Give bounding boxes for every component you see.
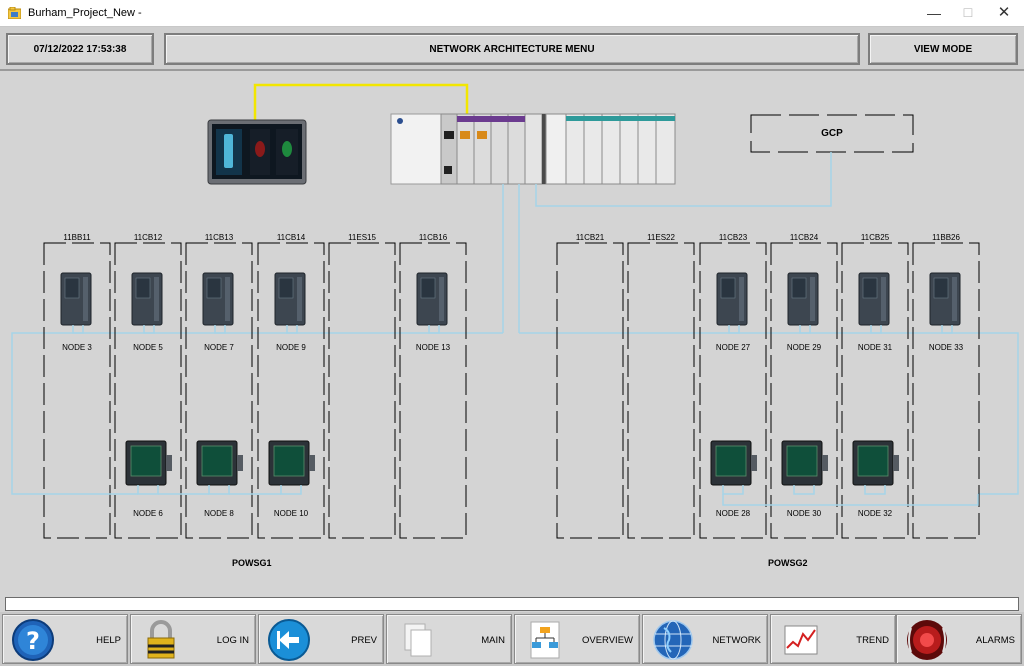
relay-node-label: NODE 5 (133, 343, 163, 352)
footer-nav: ? HELP LOG IN PREV MAIN OVERVIEW NETWORK… (0, 612, 1024, 666)
trend-icon (784, 625, 818, 655)
datetime-display: 07/12/2022 17:53:38 (6, 33, 154, 65)
padlock-icon (147, 620, 175, 659)
panel-label: 11CB16 (418, 233, 448, 242)
power-meter-device (196, 440, 243, 495)
prev-arrow-icon (268, 619, 310, 661)
meter-node-label: NODE 32 (857, 509, 893, 518)
documents-icon (404, 623, 432, 657)
switchgear-panel (328, 242, 396, 539)
power-meter-device (125, 440, 172, 495)
panel-label: 11ES15 (348, 233, 376, 242)
meter-node-label: NODE 28 (715, 509, 751, 518)
relay-node-label: NODE 31 (857, 343, 893, 352)
group-label-powsg1: POWSG1 (232, 558, 272, 568)
panel-label: 11BB11 (63, 233, 91, 242)
window-titlebar: Burham_Project_New - — ☐ ✕ (0, 0, 1024, 27)
right-ring-top (519, 332, 1019, 495)
right-ring-bottom (722, 494, 979, 506)
protection-relay-device (60, 272, 92, 334)
panel-label: 11ES22 (647, 233, 675, 242)
relay-node-label: NODE 33 (928, 343, 964, 352)
protection-relay-device (787, 272, 819, 334)
help-button[interactable]: ? HELP (2, 614, 128, 664)
protection-relay-device (131, 272, 163, 334)
globe-icon (653, 620, 693, 660)
prev-button[interactable]: PREV (258, 614, 384, 664)
panel-label: 11CB21 (575, 233, 605, 242)
status-strip (5, 597, 1019, 611)
panel-label: 11CB14 (276, 233, 306, 242)
overview-icon (530, 621, 560, 659)
close-button[interactable]: ✕ (982, 0, 1024, 27)
panel-label: 11BB26 (932, 233, 960, 242)
svg-text:?: ? (26, 627, 40, 655)
power-meter-device (852, 440, 899, 495)
network-button[interactable]: NETWORK (642, 614, 768, 664)
power-meter-device (268, 440, 315, 495)
panel-label: 11CB12 (133, 233, 163, 242)
protection-relay-device (274, 272, 306, 334)
app-icon (8, 7, 21, 19)
meter-node-label: NODE 8 (204, 509, 234, 518)
trend-button[interactable]: TREND (770, 614, 896, 664)
relay-node-label: NODE 7 (204, 343, 234, 352)
login-button[interactable]: LOG IN (130, 614, 256, 664)
relay-node-label: NODE 29 (786, 343, 822, 352)
relay-node-label: NODE 13 (415, 343, 451, 352)
panel-label: 11CB24 (789, 233, 819, 242)
panel-label: 11CB23 (718, 233, 748, 242)
protection-relay-device (202, 272, 234, 334)
panel-label: 11CB25 (860, 233, 890, 242)
power-meter-device (710, 440, 757, 495)
relay-node-label: NODE 27 (715, 343, 751, 352)
relay-node-label: NODE 9 (276, 343, 306, 352)
overview-button[interactable]: OVERVIEW (514, 614, 640, 664)
relay-node-label: NODE 3 (62, 343, 92, 352)
main-button[interactable]: MAIN (386, 614, 512, 664)
power-meter-device (781, 440, 828, 495)
switchgear-panel (556, 242, 624, 539)
alarms-button[interactable]: ALARMS (896, 614, 1022, 664)
gcp-label: GCP (821, 128, 843, 139)
protection-relay-device (929, 272, 961, 334)
switchgear-panel (627, 242, 695, 539)
meter-node-label: NODE 30 (786, 509, 822, 518)
alarm-icon (907, 620, 947, 660)
panel-label: 11CB13 (204, 233, 234, 242)
network-diagram: GCP 11BB11 11CB12 11CB13 11CB14 11ES15 11CB16… (0, 71, 1024, 597)
page-title: NETWORK ARCHITECTURE MENU (164, 33, 860, 65)
plc-rack-device (390, 113, 676, 185)
header-bar: 07/12/2022 17:53:38 NETWORK ARCHITECTURE… (0, 27, 1024, 71)
meter-node-label: NODE 6 (133, 509, 163, 518)
group-label-powsg2: POWSG2 (768, 558, 808, 568)
hmi-panel-device (207, 119, 307, 185)
mode-indicator[interactable]: VIEW MODE (868, 33, 1018, 65)
help-icon: ? (12, 619, 54, 661)
meter-node-label: NODE 10 (273, 509, 309, 518)
protection-relay-device (416, 272, 448, 334)
protection-relay-device (858, 272, 890, 334)
window-title: Burham_Project_New - (28, 7, 142, 19)
protection-relay-device (716, 272, 748, 334)
